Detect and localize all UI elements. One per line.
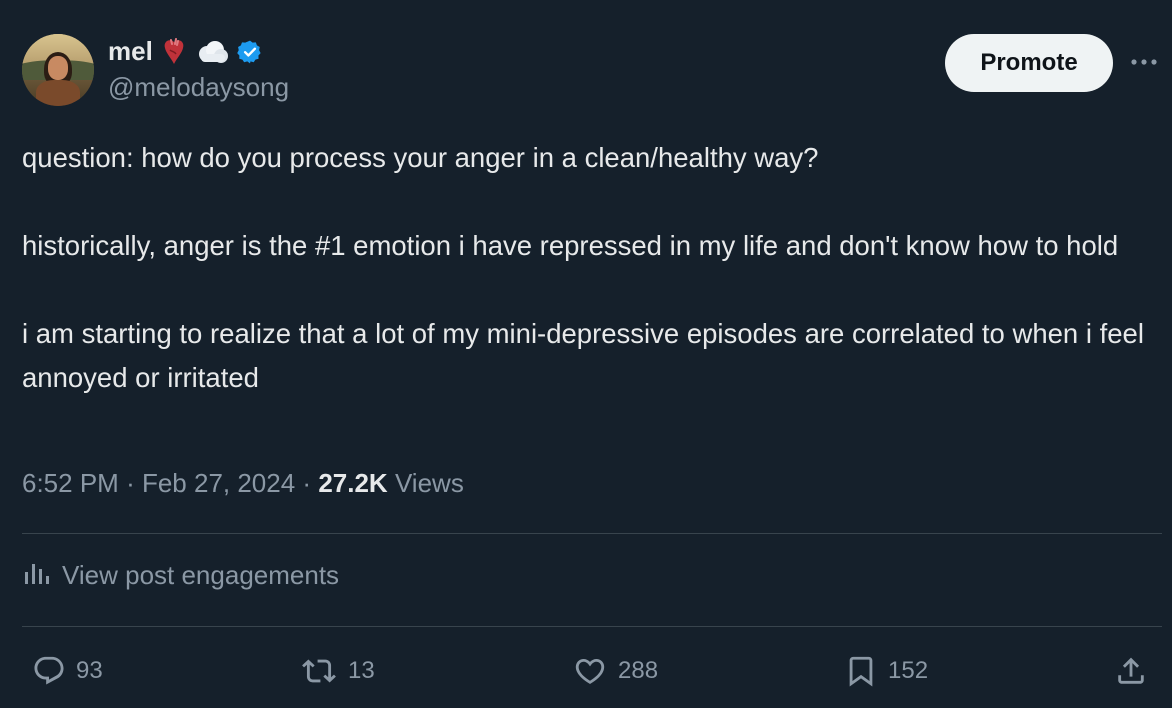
- reply-button[interactable]: 93: [32, 646, 103, 696]
- post-text: question: how do you process your anger …: [22, 136, 1157, 400]
- separator-dot: ·: [126, 468, 142, 498]
- repost-count: 13: [348, 657, 375, 684]
- cloud-emoji: [195, 39, 229, 65]
- divider: [22, 626, 1162, 627]
- post-time[interactable]: 6:52 PM: [22, 468, 119, 498]
- reply-icon: [32, 654, 66, 688]
- separator-dot: ·: [302, 468, 319, 498]
- more-horizontal-icon[interactable]: [1128, 50, 1160, 74]
- post-paragraph: i am starting to realize that a lot of m…: [22, 318, 1144, 393]
- author-handle[interactable]: @melodaysong: [108, 72, 289, 103]
- divider: [22, 533, 1162, 534]
- view-engagements-label: View post engagements: [62, 560, 340, 590]
- bookmark-count: 152: [888, 657, 929, 684]
- bookmark-icon: [844, 653, 878, 689]
- post-paragraph: historically, anger is the #1 emotion i …: [22, 230, 1119, 261]
- analytics-icon: [22, 558, 52, 593]
- post-date[interactable]: Feb 27, 2024: [142, 468, 295, 498]
- post-paragraph: question: how do you process your anger …: [22, 142, 819, 173]
- like-button[interactable]: 288: [572, 646, 658, 696]
- share-button[interactable]: [1114, 646, 1148, 696]
- bookmark-button[interactable]: 152: [844, 646, 928, 696]
- view-engagements-link[interactable]: View post engagements: [22, 558, 339, 593]
- verified-badge-icon: [237, 39, 263, 65]
- promote-button[interactable]: Promote: [945, 34, 1113, 92]
- share-icon: [1114, 653, 1148, 689]
- like-count: 288: [618, 657, 659, 684]
- post-metadata: 6:52 PM · Feb 27, 2024 · 27.2K Views: [22, 468, 464, 499]
- post-actions-bar: 93 13 288 152: [30, 646, 1160, 696]
- reply-count: 93: [76, 657, 103, 684]
- views-label: Views: [394, 468, 464, 498]
- anatomical-heart-emoji: [161, 37, 187, 65]
- author-display-name[interactable]: mel: [108, 36, 153, 67]
- views-count: 27.2K: [318, 468, 388, 498]
- repost-button[interactable]: 13: [300, 646, 375, 696]
- author-name-row: mel: [108, 36, 263, 67]
- author-avatar[interactable]: [22, 34, 94, 106]
- repost-icon: [300, 654, 338, 688]
- heart-icon: [572, 654, 608, 688]
